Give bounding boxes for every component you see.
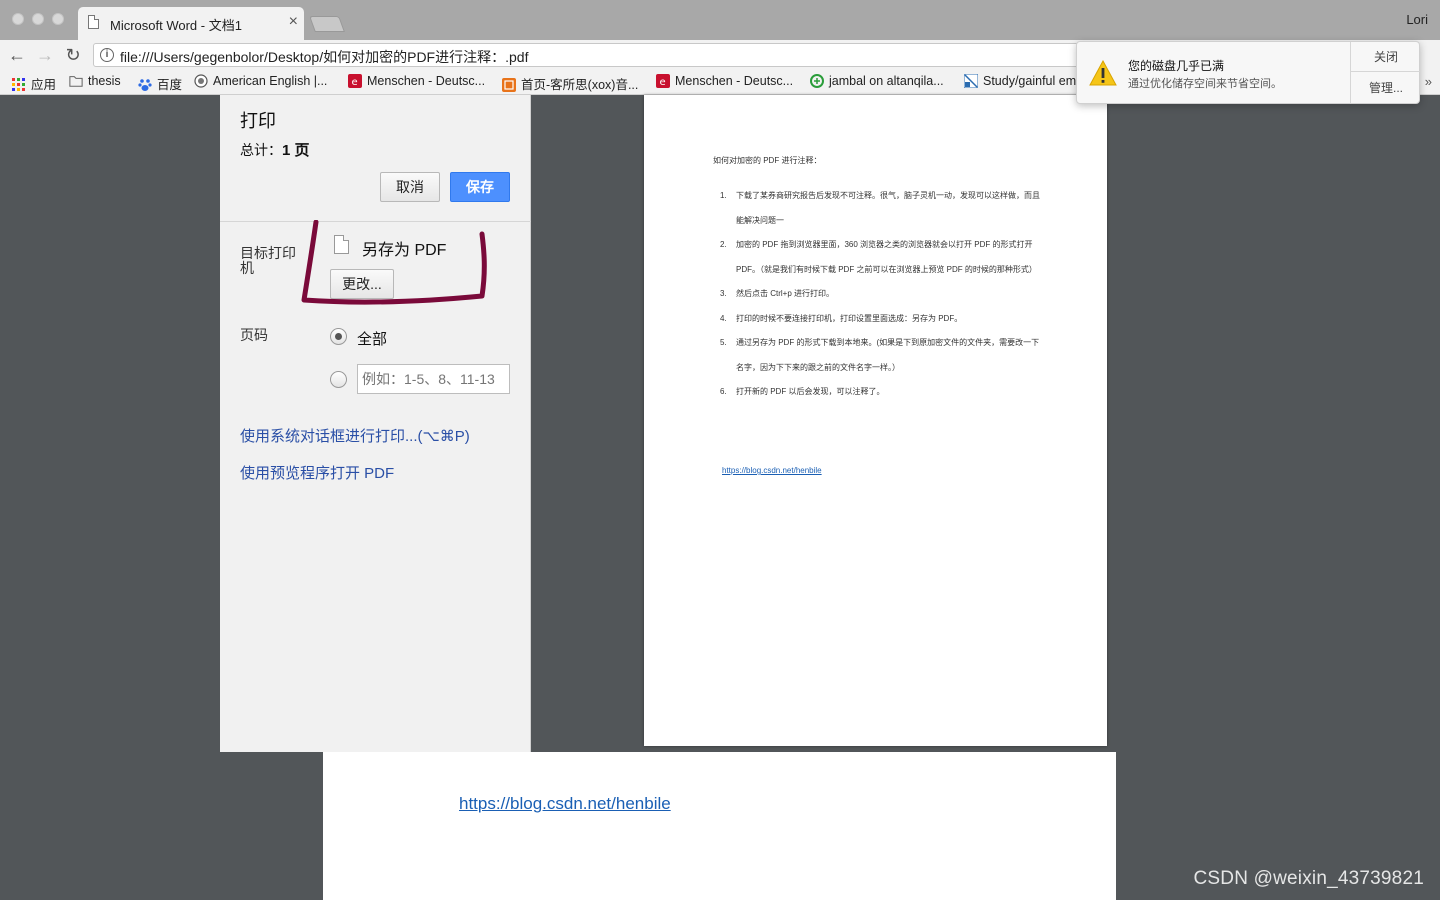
change-destination-button[interactable]: 更改... <box>330 269 394 299</box>
blue-chart-icon <box>964 74 978 88</box>
tab-close-icon[interactable]: × <box>289 13 298 31</box>
save-button[interactable]: 保存 <box>450 172 510 202</box>
bookmark-jambal[interactable]: jambal on altanqila... <box>810 74 944 88</box>
pages-all-radio[interactable] <box>330 328 347 345</box>
list-text: 打印的时候不要连接打印机，打印设置里面选成：另存为 PDF。 <box>736 313 963 323</box>
pages-label: 页码 <box>240 327 268 343</box>
bookmark-apps[interactable]: 应用 <box>12 74 56 93</box>
bookmark-label: 首页-客所思(xox)音... <box>521 78 639 92</box>
red-e-icon: e <box>348 74 362 88</box>
csdn-watermark: CSDN @weixin_43739821 <box>1193 868 1424 889</box>
window-zoom-dot[interactable] <box>52 13 64 25</box>
window-minimize-dot[interactable] <box>32 13 44 25</box>
forward-icon[interactable]: → <box>34 44 56 66</box>
pages-custom-radio[interactable] <box>330 371 347 388</box>
list-text: 通过另存为 PDF 的形式下载到本地来。(如果是下到原加密文件的文件夹，需要改一… <box>736 338 1040 372</box>
bookmark-menschen-1[interactable]: e Menschen - Deutsc... <box>348 74 485 88</box>
list-text: 下载了某券商研究报告后发现不可注释。很气，脑子灵机一动，发现可以这样做，而且能解… <box>736 191 1040 225</box>
destination-value: 另存为 PDF <box>362 242 447 259</box>
apps-grid-icon <box>12 78 25 91</box>
list-text: 然后点击 Ctrl+p 进行打印。 <box>736 289 835 298</box>
total-value: 1 页 <box>282 142 310 159</box>
disk-full-notification: 您的磁盘几乎已满 通过优化储存空间来节省空间。 关闭 管理... <box>1076 41 1421 104</box>
profile-name[interactable]: Lori <box>1406 12 1428 27</box>
list-number: 4. <box>720 313 727 323</box>
more-bookmarks-icon[interactable]: » <box>1425 74 1432 89</box>
list-number: 3. <box>720 289 727 298</box>
notification-manage-button[interactable]: 管理... <box>1351 73 1421 103</box>
total-label: 总计： <box>240 142 282 158</box>
notification-actions: 关闭 管理... <box>1350 42 1421 103</box>
bookmark-american-english[interactable]: American English |... <box>194 74 327 88</box>
bookmark-thesis[interactable]: thesis <box>69 74 121 88</box>
preview-page: 如何对加密的 PDF 进行注释： 1. 下载了某券商研究报告后发现不可注释。很气，… <box>644 95 1107 746</box>
url-text[interactable]: file:///Users/gegenbolor/Desktop/如何对加密的P… <box>120 47 528 67</box>
list-text: 打开新的 PDF 以后会发现，可以注释了。 <box>736 387 885 396</box>
list-number: 2. <box>720 240 727 249</box>
address-bar[interactable]: i file:///Users/gegenbolor/Desktop/如何对加密… <box>93 43 1093 67</box>
notification-title: 您的磁盘几乎已满 <box>1128 59 1225 73</box>
bookmark-label: 百度 <box>157 78 183 92</box>
list-item: 1. 下载了某券商研究报告后发现不可注释。很气，脑子灵机一动，发现可以这样做，而且… <box>720 184 1040 233</box>
system-dialog-link[interactable]: 使用系统对话框进行打印...(⌥⌘P) <box>240 425 470 446</box>
bookmark-label: Menschen - Deutsc... <box>367 74 486 88</box>
bookmark-label: 应用 <box>31 78 57 92</box>
list-item: 6. 打开新的 PDF 以后会发现，可以注释了。 <box>720 380 1040 405</box>
reload-icon[interactable]: ↻ <box>62 44 84 66</box>
baidu-paw-icon <box>138 79 152 91</box>
info-icon[interactable]: i <box>100 48 114 62</box>
print-total: 总计：1 页 <box>240 139 310 160</box>
bookmark-baidu[interactable]: 百度 <box>138 74 182 93</box>
bookmark-study[interactable]: Study/gainful em <box>964 74 1076 88</box>
back-icon[interactable]: ← <box>6 44 28 66</box>
list-item: 4. 打印的时候不要连接打印机，打印设置里面选成：另存为 PDF。 <box>720 307 1040 332</box>
bookmark-label: Menschen - Deutsc... <box>675 74 794 88</box>
list-item: 2. 加密的 PDF 拖到浏览器里面，360 浏览器之类的浏览器就会以打开 PDF… <box>720 233 1040 282</box>
bookmark-label: thesis <box>88 74 121 88</box>
tab-strip: Microsoft Word - 文档1 × Lori <box>0 0 1440 40</box>
green-circle-icon <box>810 74 824 88</box>
destination-label: 目标打印机 <box>240 245 296 276</box>
divider <box>220 221 531 222</box>
pdf-document-icon <box>334 235 349 254</box>
list-number: 6. <box>720 387 727 396</box>
tab-title: Microsoft Word - 文档1 <box>110 18 242 33</box>
bookmark-label: Study/gainful em <box>983 74 1077 88</box>
print-settings-panel: 打印 总计：1 页 取消 保存 目标打印机 另存为 PDF 更改... 页码 全… <box>220 95 531 752</box>
window-close-dot[interactable] <box>12 13 24 25</box>
print-title: 打印 <box>240 111 276 131</box>
warning-icon <box>1089 60 1117 86</box>
list-text: 加密的 PDF 拖到浏览器里面，360 浏览器之类的浏览器就会以打开 PDF 的… <box>736 240 1037 274</box>
svg-text:e: e <box>352 77 358 88</box>
pages-all-label: 全部 <box>357 331 388 348</box>
orange-site-icon <box>502 78 516 92</box>
notification-close-button[interactable]: 关闭 <box>1351 42 1421 72</box>
notification-body: 通过优化储存空间来节省空间。 <box>1128 78 1282 90</box>
doc-list: 1. 下载了某券商研究报告后发现不可注释。很气，脑子灵机一动，发现可以这样做，而且… <box>720 184 1040 405</box>
list-number: 5. <box>720 338 727 347</box>
bookmark-xox[interactable]: 首页-客所思(xox)音... <box>502 74 638 93</box>
folder-icon <box>69 76 83 87</box>
seal-icon <box>194 74 208 88</box>
doc-title: 如何对加密的 PDF 进行注释： <box>713 156 822 165</box>
doc-blog-link: https://blog.csdn.net/henbile <box>722 466 822 475</box>
browser-tab[interactable]: Microsoft Word - 文档1 × <box>78 7 304 40</box>
list-item: 5. 通过另存为 PDF 的形式下载到本地来。(如果是下到原加密文件的文件夹，需要… <box>720 331 1040 380</box>
cancel-button[interactable]: 取消 <box>380 172 440 202</box>
bookmark-menschen-2[interactable]: e Menschen - Deutsc... <box>656 74 793 88</box>
open-in-preview-link[interactable]: 使用预览程序打开 PDF <box>240 462 394 483</box>
list-item: 3. 然后点击 Ctrl+p 进行打印。 <box>720 282 1040 307</box>
red-e-icon: e <box>656 74 670 88</box>
background-document-page: https://blog.csdn.net/henbile <box>323 752 1116 900</box>
pages-range-input[interactable] <box>357 364 510 394</box>
bookmark-label: jambal on altanqila... <box>829 74 944 88</box>
bookmark-label: American English |... <box>213 74 328 88</box>
document-icon <box>88 15 99 29</box>
background-blog-link[interactable]: https://blog.csdn.net/henbile <box>459 794 671 814</box>
list-number: 1. <box>720 191 727 200</box>
svg-text:e: e <box>660 77 666 88</box>
new-tab-button[interactable] <box>309 16 345 32</box>
